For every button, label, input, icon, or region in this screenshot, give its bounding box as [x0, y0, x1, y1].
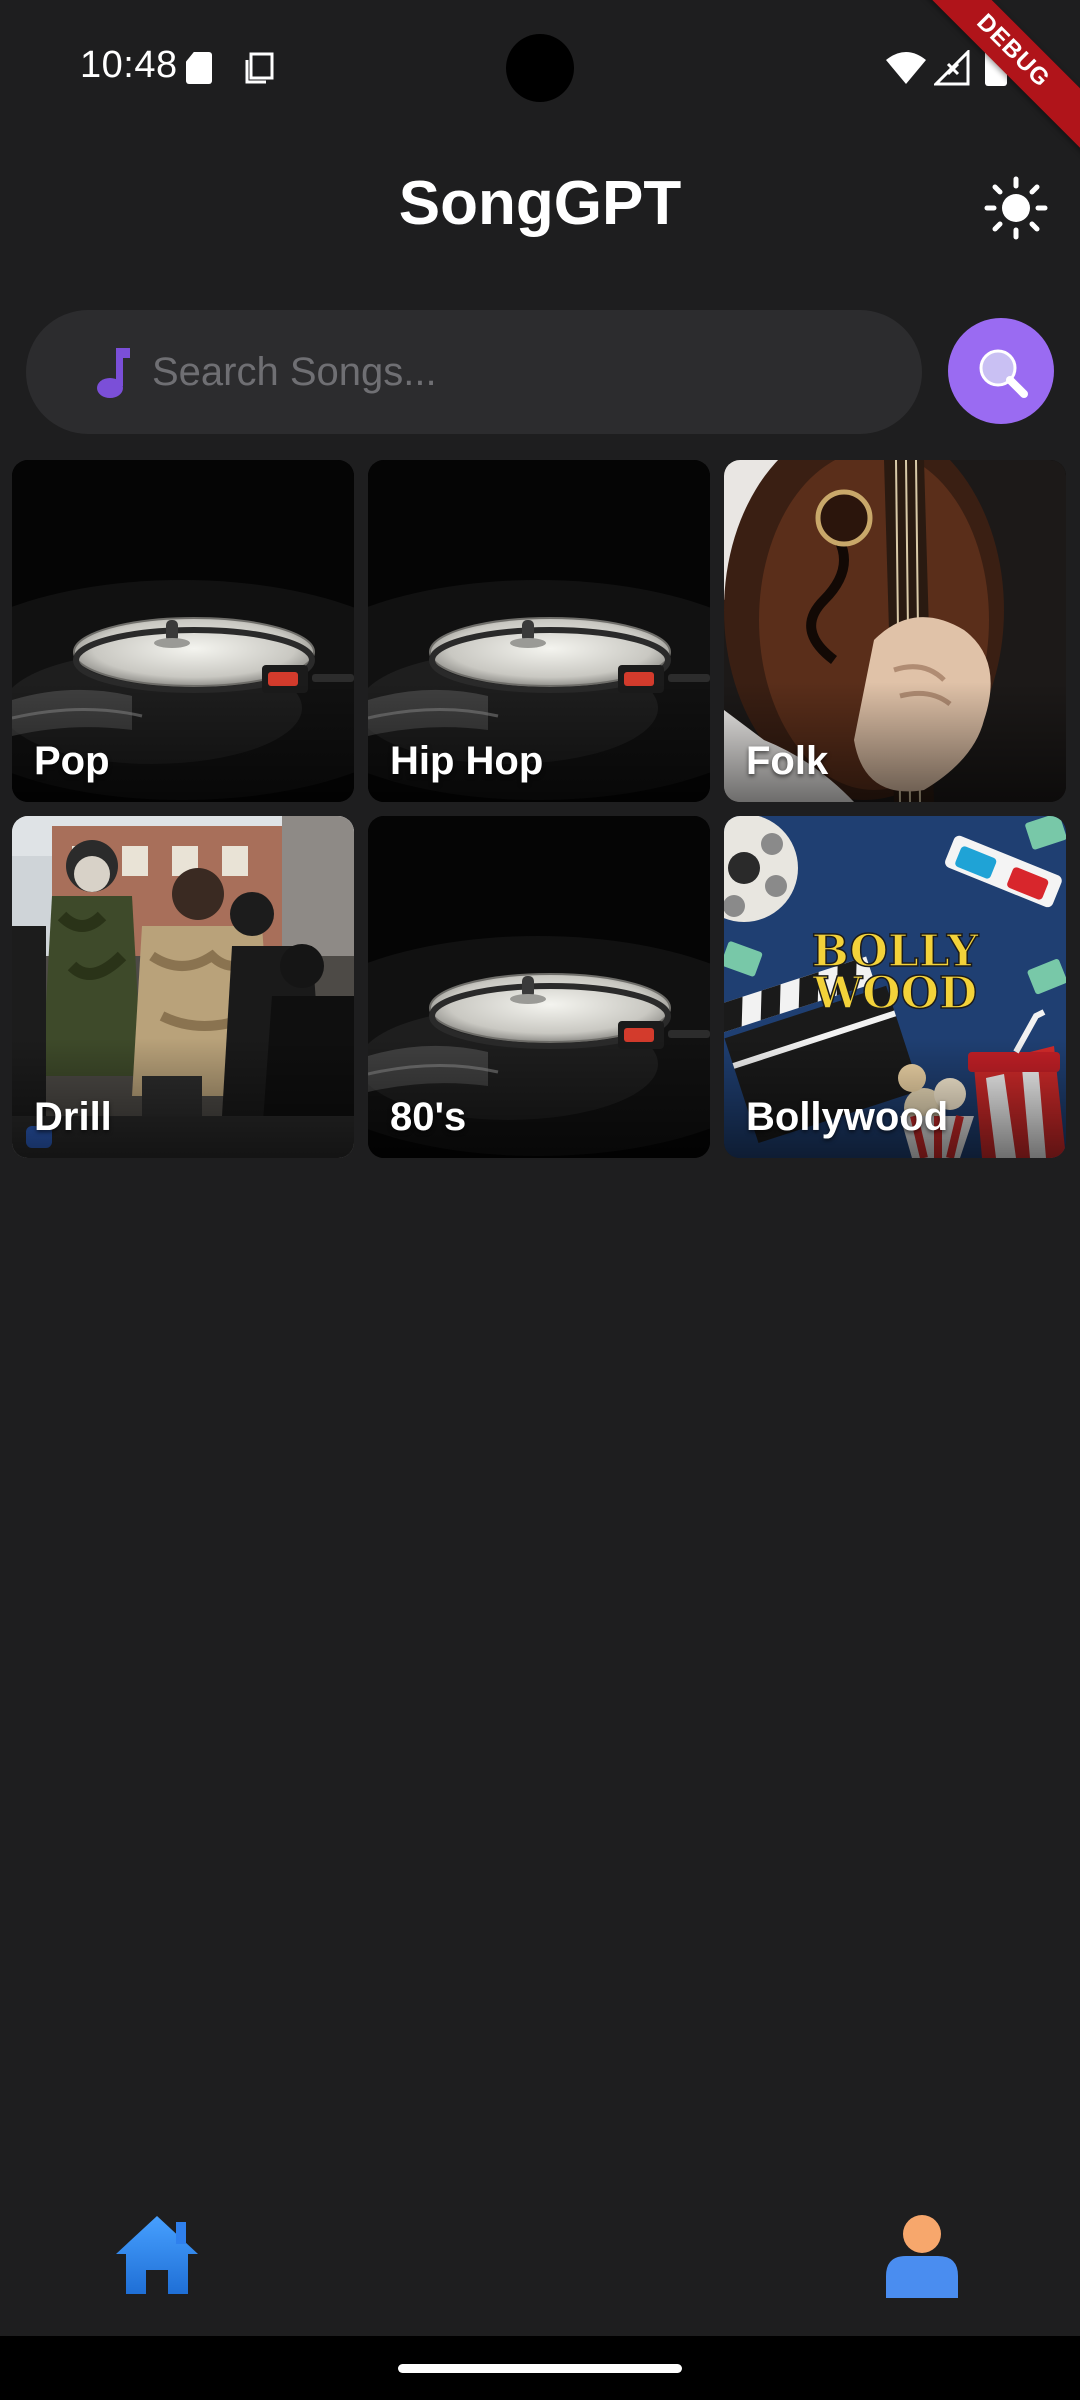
sd-card-icon	[186, 52, 212, 84]
genre-label: Bollywood	[746, 1095, 949, 1139]
bottom-nav	[0, 2200, 1080, 2336]
genre-label: Folk	[746, 739, 829, 783]
genre-card-drill[interactable]: Drill	[12, 816, 354, 1158]
profile-icon[interactable]	[884, 2214, 960, 2298]
wifi-icon	[886, 52, 926, 84]
genre-card-bollywood[interactable]: BOLLY WOOD Bollywood	[724, 816, 1066, 1158]
search-bar	[26, 310, 922, 434]
soundwave-icon[interactable]	[474, 2204, 604, 2304]
search-input[interactable]	[152, 310, 892, 434]
home-icon[interactable]	[114, 2212, 200, 2296]
genre-label: Hip Hop	[390, 739, 544, 783]
genre-label: Pop	[34, 739, 110, 783]
front-camera	[506, 34, 574, 102]
genre-label: Drill	[34, 1095, 112, 1139]
genre-label: 80's	[390, 1095, 467, 1139]
status-bar: 10:48 DEBUG	[0, 0, 1080, 155]
app-screen: 10:48 DEBUG SongGPT Search Songs... Pop …	[0, 0, 1080, 2400]
genre-card-folk[interactable]: Folk	[724, 460, 1066, 802]
search-button[interactable]	[948, 318, 1054, 424]
sun-icon[interactable]	[984, 176, 1048, 240]
screenshot-icon	[245, 52, 274, 84]
home-indicator[interactable]	[398, 2364, 682, 2373]
music-note-icon	[97, 348, 130, 398]
status-time: 10:48	[80, 44, 178, 86]
search-icon	[979, 349, 1028, 398]
genre-card-80s[interactable]: 80's	[368, 816, 710, 1158]
genre-card-hip-hop[interactable]: Hip Hop	[368, 460, 710, 802]
app-title: SongGPT	[398, 169, 682, 238]
genre-grid: Pop Hip Hop Folk Drill 80's BOLLY WOOD B…	[12, 460, 1068, 1158]
signal-icon	[934, 50, 970, 86]
genre-card-pop[interactable]: Pop	[12, 460, 354, 802]
poster-text-line-2: WOOD	[812, 968, 977, 1019]
